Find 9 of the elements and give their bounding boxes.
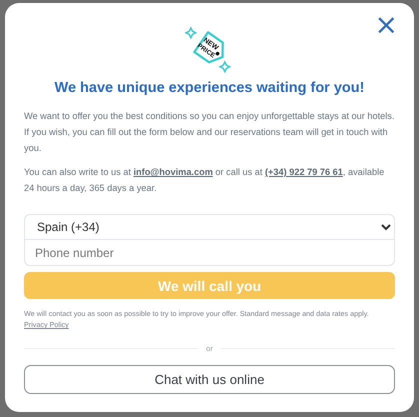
phone-link[interactable]: (+34) 922 79 76 61 bbox=[264, 167, 343, 177]
phone-number-field[interactable]: Phone number bbox=[24, 240, 395, 266]
intro-paragraph: We want to offer you the best conditions so you can enjoy unforgettable stays at our hotels. If you wish, you can fill out the form below and our reservations team will get in touch with you. bbox=[24, 110, 395, 155]
close-button[interactable]: × bbox=[374, 13, 398, 37]
email-link[interactable]: info@hovima.com bbox=[133, 167, 213, 177]
country-select[interactable]: Spain (+34) bbox=[24, 214, 395, 240]
dialog-title: We have unique experiences waiting for you! bbox=[54, 80, 366, 96]
contact-paragraph: You can also write to us at info@hovima.com or call us at (+34) 922 79 76 61, available 24 hours a day, 365 days a year. bbox=[24, 166, 386, 195]
chat-online-button[interactable]: Chat with us online bbox=[24, 365, 395, 394]
